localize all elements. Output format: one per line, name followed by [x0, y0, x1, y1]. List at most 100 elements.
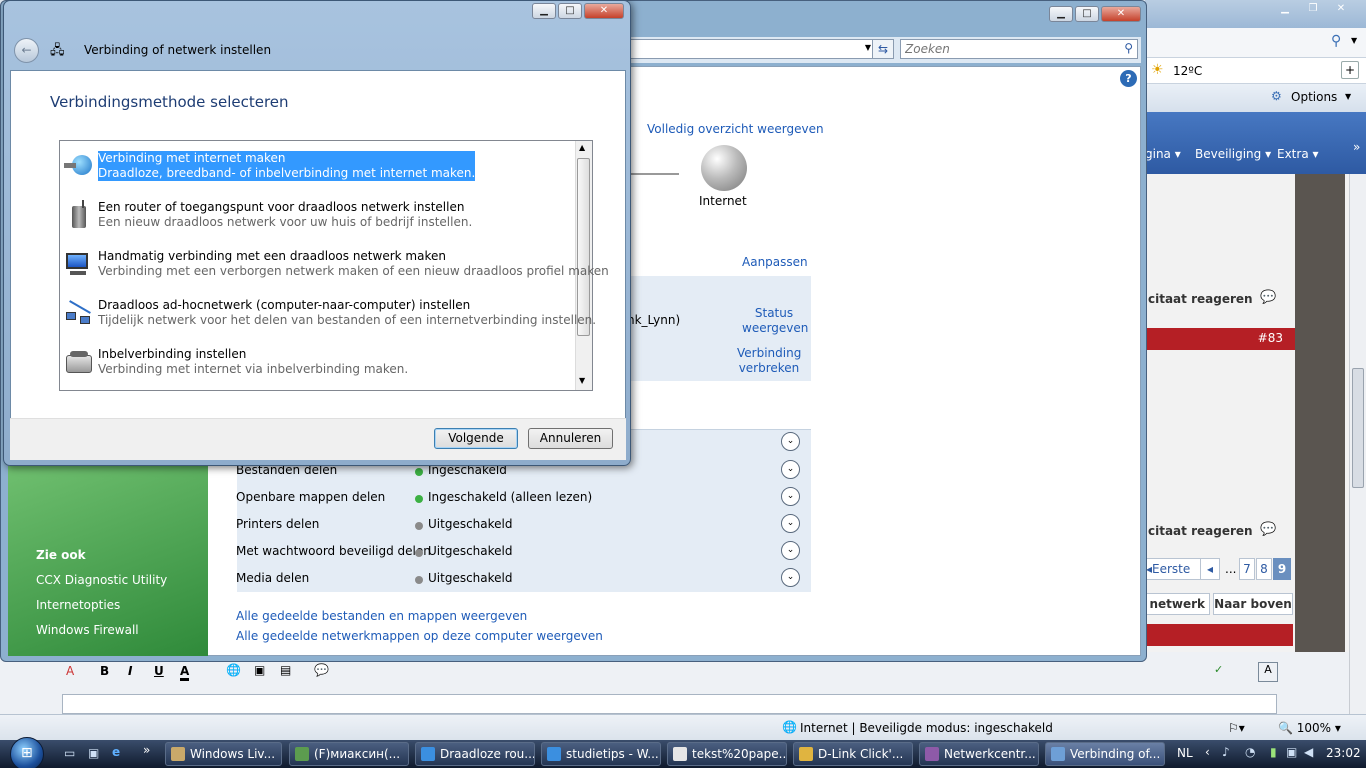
option-setup-router[interactable]: Een router of toegangspunt voor draadloo… [98, 200, 472, 230]
search-box[interactable]: ⚲ [900, 39, 1138, 59]
chevron-left-icon[interactable]: ‹ [1205, 745, 1210, 759]
disconnect-link[interactable]: Verbinding verbreken [737, 346, 801, 376]
quote-icon[interactable]: 💬 [1260, 290, 1276, 305]
protected-mode-icon[interactable]: ⚐▾ [1228, 721, 1245, 735]
option-connect-internet[interactable]: Verbinding met internet maken Draadloze,… [98, 151, 476, 181]
cancel-button[interactable]: Annuleren [528, 428, 613, 449]
search-icon[interactable]: ⚲ [1124, 41, 1133, 55]
taskbar-item[interactable]: Windows Liv... [165, 742, 282, 766]
volume-icon[interactable]: ◀ [1304, 745, 1313, 759]
language-indicator[interactable]: NL [1177, 746, 1193, 760]
taskbar-item[interactable]: studietips - W... [541, 742, 661, 766]
battery-icon[interactable]: ▮ [1270, 745, 1277, 759]
security-zone-text[interactable]: Internet | Beveiligde modus: ingeschakel… [800, 721, 1053, 735]
italic-icon[interactable]: I [128, 664, 132, 678]
pagination-page-8[interactable]: 8 [1256, 558, 1272, 580]
scrollbar-thumb[interactable] [1352, 368, 1364, 488]
text-color-icon[interactable]: A [180, 664, 190, 681]
maximize-button[interactable]: □ [558, 3, 582, 19]
quote-reply-link[interactable]: citaat reageren [1148, 292, 1253, 306]
browser-scrollbar[interactable] [1349, 174, 1366, 714]
spellcheck-icon[interactable]: ✓ [1214, 663, 1223, 676]
expand-button[interactable]: ⌄ [781, 432, 800, 451]
chevron-down-icon[interactable]: ▼ [1345, 92, 1351, 101]
link-icon[interactable]: 🌐 [226, 663, 241, 677]
expand-button[interactable]: ⌄ [781, 460, 800, 479]
scroll-up-icon[interactable]: ▲ [579, 143, 585, 152]
search-icon[interactable]: ⚲ [1331, 33, 1341, 49]
taskbar-item-active[interactable]: Verbinding of... [1045, 742, 1165, 766]
close-button[interactable]: ✕ [1329, 2, 1353, 18]
chevron-right-icon[interactable]: » [1353, 140, 1360, 154]
font-icon[interactable]: A [66, 664, 74, 678]
back-to-top-button[interactable]: Naar boven [1213, 593, 1293, 615]
expand-button[interactable]: ⌄ [781, 487, 800, 506]
quote-icon[interactable]: 💬 [1260, 522, 1276, 537]
see-also-link-firewall[interactable]: Windows Firewall [36, 623, 139, 637]
option-dialup[interactable]: Inbelverbinding instellen Verbinding met… [98, 347, 408, 377]
dialog-heading: Verbindingsmethode selecteren [50, 93, 289, 111]
see-also-link-ccx[interactable]: CCX Diagnostic Utility [36, 573, 167, 587]
taskbar-item[interactable]: (F)миаксин(... [289, 742, 409, 766]
underline-icon[interactable]: U [154, 664, 164, 678]
status-link[interactable]: Status weergeven [742, 306, 808, 336]
options-button[interactable]: Options [1291, 90, 1337, 104]
pagination-page-7[interactable]: 7 [1239, 558, 1255, 580]
close-button[interactable]: ✕ [584, 3, 624, 19]
scroll-down-icon[interactable]: ▼ [579, 376, 585, 385]
taskbar-item[interactable]: tekst%20pape... [667, 742, 787, 766]
pagination-prev[interactable]: ◂ [1200, 558, 1220, 580]
minimize-button[interactable]: ▁ [532, 3, 556, 19]
image-icon[interactable]: ▣ [254, 663, 265, 677]
message-textarea[interactable] [62, 694, 1277, 714]
tray-icon[interactable]: ♪ [1222, 745, 1230, 759]
help-icon[interactable]: ? [1120, 70, 1137, 87]
pagination-current[interactable]: 9 [1273, 558, 1291, 580]
next-button[interactable]: Volgende [434, 428, 518, 449]
video-icon[interactable]: ▤ [280, 663, 291, 677]
menu-page[interactable]: gina ▾ [1145, 147, 1181, 161]
switch-windows-icon[interactable]: ▣ [88, 746, 99, 760]
ie-quicklaunch-icon[interactable]: e [112, 745, 120, 759]
expand-button[interactable]: ⌄ [781, 541, 800, 560]
expand-button[interactable]: ⌄ [781, 568, 800, 587]
view-shared-files-link[interactable]: Alle gedeelde bestanden en mappen weerge… [236, 609, 527, 623]
chevron-right-icon[interactable]: » [143, 743, 150, 757]
taskbar-item[interactable]: Draadloze rou... [415, 742, 535, 766]
refresh-button[interactable]: ⇆ [872, 39, 894, 59]
quote-icon[interactable]: 💬 [314, 663, 329, 677]
customize-link[interactable]: Aanpassen [742, 255, 808, 269]
see-also-link-internet-options[interactable]: Internetopties [36, 598, 120, 612]
menu-security[interactable]: Beveiliging ▾ [1195, 147, 1271, 161]
pagination-first[interactable]: ◂Eerste [1145, 558, 1207, 580]
start-button[interactable]: ⊞ [10, 737, 44, 768]
quote-reply-link[interactable]: citaat reageren [1148, 524, 1253, 538]
format-icon[interactable]: A [1258, 662, 1278, 682]
bold-icon[interactable]: B [100, 664, 109, 678]
maximize-button[interactable]: □ [1075, 6, 1099, 22]
view-shared-folders-link[interactable]: Alle gedeelde netwerkmappen op deze comp… [236, 629, 603, 643]
menu-extra[interactable]: Extra ▾ [1277, 147, 1319, 161]
chevron-down-icon[interactable]: ▼ [1351, 36, 1357, 45]
address-bar[interactable]: ▼ [630, 39, 876, 59]
new-tab-button[interactable]: + [1341, 61, 1359, 79]
network-button[interactable]: netwerk [1145, 593, 1210, 615]
close-button[interactable]: ✕ [1101, 6, 1141, 22]
network-tray-icon[interactable]: ▣ [1286, 745, 1297, 759]
chevron-down-icon[interactable]: ▼ [865, 43, 871, 52]
show-desktop-icon[interactable]: ▭ [64, 746, 75, 760]
taskbar-item[interactable]: Netwerkcentr... [919, 742, 1039, 766]
expand-button[interactable]: ⌄ [781, 514, 800, 533]
tray-icon[interactable]: ◔ [1245, 745, 1255, 759]
back-button[interactable]: ← [14, 38, 39, 63]
clock[interactable]: 23:02 [1326, 746, 1361, 760]
full-view-link[interactable]: Volledig overzicht weergeven [647, 122, 824, 136]
option-manual-wireless[interactable]: Handmatig verbinding met een draadloos n… [98, 249, 609, 279]
restore-button[interactable]: ❐ [1301, 2, 1325, 18]
taskbar-item[interactable]: D-Link Click'... [793, 742, 913, 766]
option-adhoc-network[interactable]: Draadloos ad-hocnetwerk (computer-naar-c… [98, 298, 596, 328]
minimize-button[interactable]: ▁ [1273, 2, 1297, 18]
zoom-level[interactable]: 🔍 100% ▾ [1278, 721, 1341, 735]
minimize-button[interactable]: ▁ [1049, 6, 1073, 22]
search-input[interactable] [905, 41, 1105, 57]
